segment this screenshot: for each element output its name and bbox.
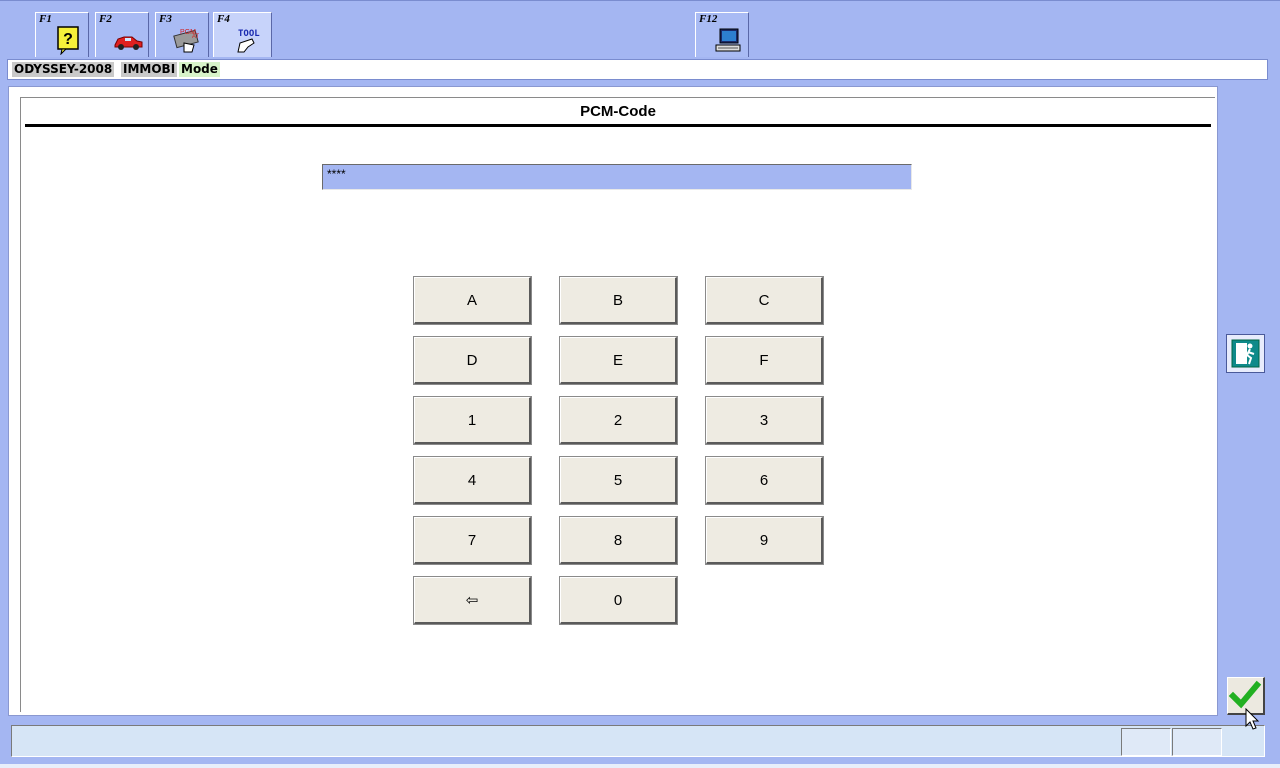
f12-computer-button[interactable]: F12 (695, 12, 749, 57)
f2-vehicle-button[interactable]: F2 (95, 12, 149, 57)
function-key-toolbar: F1 ? F2 F3 PGM AT F4 TOOL F12 (0, 0, 1280, 57)
key-4[interactable]: 4 (413, 456, 532, 505)
car-icon (114, 36, 143, 50)
key-b[interactable]: B (559, 276, 678, 325)
page-title: PCM-Code (580, 103, 656, 120)
key-c[interactable]: C (705, 276, 824, 325)
bottom-edge (0, 764, 1280, 768)
svg-text:AT: AT (192, 34, 200, 40)
breadcrumb-model: ODYSSEY-2008 (12, 62, 115, 77)
key-3[interactable]: 3 (705, 396, 824, 445)
tool-icon-text: TOOL (238, 29, 260, 39)
computer-icon (715, 28, 741, 52)
key-e[interactable]: E (559, 336, 678, 385)
status-message-area (11, 725, 1265, 757)
status-box-1 (1121, 728, 1171, 756)
mouse-cursor-icon (1245, 708, 1260, 730)
checkmark-icon (1228, 680, 1262, 709)
key-0[interactable]: 0 (559, 576, 678, 625)
status-bar (8, 723, 1266, 759)
f1-help-button[interactable]: F1 ? (35, 12, 89, 57)
backspace-key[interactable]: ⇦ (413, 576, 532, 625)
title-divider (25, 124, 1211, 127)
key-d[interactable]: D (413, 336, 532, 385)
key-7[interactable]: 7 (413, 516, 532, 565)
breadcrumb: ODYSSEY-2008 IMMOBI Mode (7, 59, 1268, 80)
exit-button[interactable] (1226, 334, 1265, 373)
svg-text:?: ? (63, 31, 73, 48)
key-2[interactable]: 2 (559, 396, 678, 445)
key-f[interactable]: F (705, 336, 824, 385)
content-area: PCM-Code **** A B C D E F 1 2 3 4 5 6 7 … (20, 97, 1215, 712)
key-8[interactable]: 8 (559, 516, 678, 565)
status-box-2 (1172, 728, 1222, 756)
exit-icon (1231, 339, 1260, 368)
key-6[interactable]: 6 (705, 456, 824, 505)
main-panel: PCM-Code **** A B C D E F 1 2 3 4 5 6 7 … (8, 86, 1218, 716)
key-9[interactable]: 9 (705, 516, 824, 565)
f4-tool-button[interactable]: F4 TOOL (213, 12, 272, 57)
key-a[interactable]: A (413, 276, 532, 325)
help-icon: ? (57, 26, 79, 55)
f3-ecu-button[interactable]: F3 PGM AT (155, 12, 209, 57)
ecu-icon: PGM AT (173, 29, 200, 53)
breadcrumb-mode: Mode (179, 62, 220, 77)
key-5[interactable]: 5 (559, 456, 678, 505)
breadcrumb-system: IMMOBI (121, 62, 178, 77)
tool-icon: TOOL (237, 29, 260, 53)
key-1[interactable]: 1 (413, 396, 532, 445)
pcm-code-field[interactable]: **** (322, 164, 912, 190)
